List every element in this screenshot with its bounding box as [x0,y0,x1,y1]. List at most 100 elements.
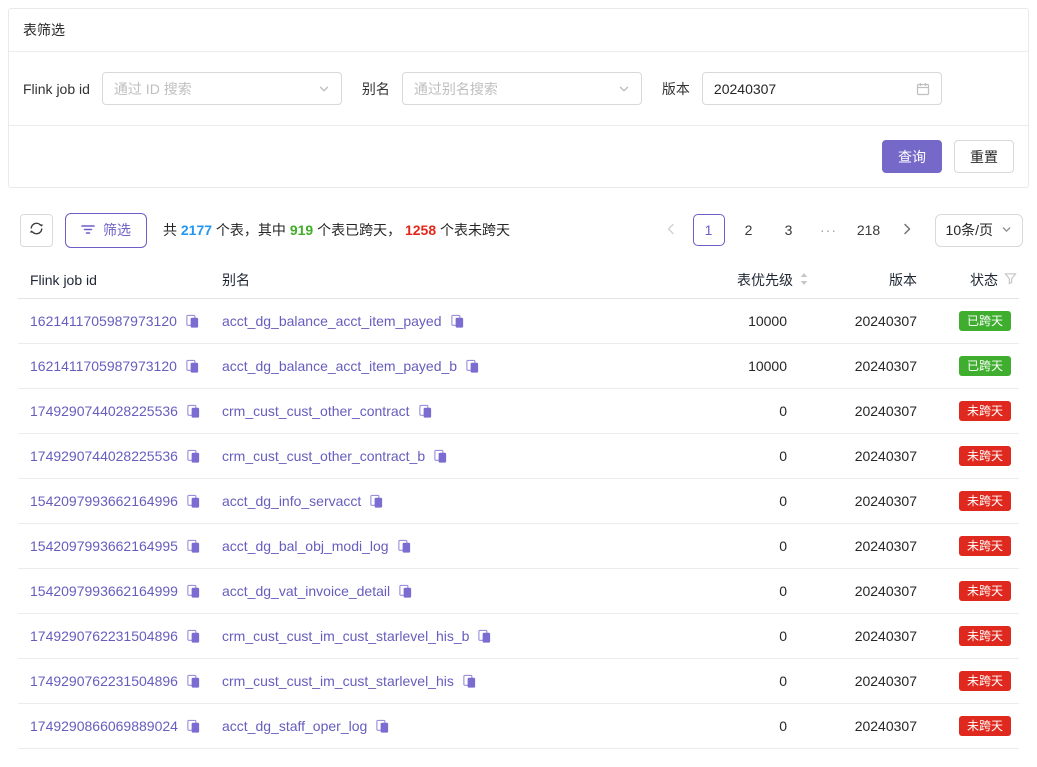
page-size-label: 10条/页 [946,220,993,240]
copy-icon[interactable] [433,449,448,464]
status-badge: 已跨天 [959,311,1011,331]
next-page-button[interactable] [893,214,921,246]
col-header-priority-label: 表优先级 [737,270,793,290]
status-badge: 未跨天 [959,401,1011,421]
version-cell: 20240307 [813,718,923,734]
copy-icon[interactable] [375,719,390,734]
summary-crossed-count: 919 [290,222,313,238]
sorter-icon[interactable] [799,271,809,290]
col-header-status-label: 状态 [970,270,998,290]
alias-link[interactable]: acct_dg_balance_acct_item_payed_b [222,358,457,374]
status-badge: 未跨天 [959,446,1011,466]
summary-text: 个表，其中 [212,222,290,238]
alias-link[interactable]: crm_cust_cust_im_cust_starlevel_his [222,673,454,689]
summary-text: 共 [163,222,181,238]
version-label: 版本 [662,79,690,99]
status-badge: 已跨天 [959,356,1011,376]
alias-placeholder: 通过别名搜索 [414,79,618,99]
table-row: 1542097993662164995 acct_dg_bal_obj_modi… [18,524,1019,569]
copy-icon[interactable] [418,404,433,419]
page-number-button[interactable]: 1 [693,214,725,246]
job-id-link[interactable]: 1621411705987973120 [30,358,177,374]
priority-cell: 0 [693,493,813,509]
col-header-alias: 别名 [218,270,693,290]
alias-link[interactable]: acct_dg_vat_invoice_detail [222,583,390,599]
col-header-version: 版本 [813,270,923,290]
reset-button[interactable]: 重置 [954,140,1014,173]
copy-icon[interactable] [398,584,413,599]
funnel-icon[interactable] [1004,272,1017,288]
calendar-icon [916,82,930,96]
copy-icon[interactable] [186,674,201,689]
job-id-link[interactable]: 1749290744028225536 [30,448,178,464]
page-number-button[interactable]: 3 [773,214,805,246]
job-id-filter-group: Flink job id 通过 ID 搜索 [23,72,342,105]
version-date-input[interactable]: 20240307 [702,72,942,105]
page-ellipsis[interactable]: ··· [813,214,845,246]
alias-link[interactable]: crm_cust_cust_im_cust_starlevel_his_b [222,628,469,644]
version-cell: 20240307 [813,538,923,554]
status-badge: 未跨天 [959,491,1011,511]
copy-icon[interactable] [186,404,201,419]
alias-link[interactable]: acct_dg_balance_acct_item_payed [222,313,442,329]
copy-icon[interactable] [186,539,201,554]
copy-icon[interactable] [462,674,477,689]
copy-icon[interactable] [369,494,384,509]
page-number-button[interactable]: 218 [853,214,885,246]
version-filter-group: 版本 20240307 [662,72,942,105]
alias-select[interactable]: 通过别名搜索 [402,72,642,105]
priority-cell: 10000 [693,313,813,329]
job-id-link[interactable]: 1749290744028225536 [30,403,178,419]
job-id-placeholder: 通过 ID 搜索 [114,79,318,99]
status-badge: 未跨天 [959,626,1011,646]
copy-icon[interactable] [185,359,200,374]
filter-card: 表筛选 Flink job id 通过 ID 搜索 别名 通过别名搜索 [8,8,1029,188]
page-list: 123···218 [693,214,885,246]
job-id-link[interactable]: 1542097993662164995 [30,538,178,554]
version-cell: 20240307 [813,313,923,329]
copy-icon[interactable] [477,629,492,644]
copy-icon[interactable] [186,449,201,464]
copy-icon[interactable] [465,359,480,374]
filter-button[interactable]: 筛选 [65,213,147,248]
copy-icon[interactable] [186,719,201,734]
table-row: 1749290762231504896 crm_cust_cust_im_cus… [18,614,1019,659]
job-id-link[interactable]: 1749290866069889024 [30,718,178,734]
refresh-button[interactable] [20,214,53,247]
chevron-down-icon [1001,222,1012,238]
copy-icon[interactable] [450,314,465,329]
page-number-button[interactable]: 2 [733,214,765,246]
summary-not-crossed-count: 1258 [405,222,436,238]
alias-link[interactable]: acct_dg_info_servacct [222,493,361,509]
prev-page-button[interactable] [657,214,685,246]
table-row: 1621411705987973120 acct_dg_balance_acct… [18,299,1019,344]
job-id-select[interactable]: 通过 ID 搜索 [102,72,342,105]
job-id-link[interactable]: 1542097993662164996 [30,493,178,509]
copy-icon[interactable] [186,584,201,599]
summary-text: 个表未跨天 [436,222,510,238]
table-row: 1621411705987973120 acct_dg_balance_acct… [18,344,1019,389]
alias-link[interactable]: crm_cust_cust_other_contract_b [222,448,425,464]
alias-link[interactable]: crm_cust_cust_other_contract [222,403,410,419]
query-button[interactable]: 查询 [882,140,942,173]
copy-icon[interactable] [186,629,201,644]
chevron-down-icon [618,83,630,95]
col-header-job-id: Flink job id [18,272,218,288]
table-row: 1749290866069889024 acct_dg_staff_oper_l… [18,704,1019,749]
table-header-row: Flink job id 别名 表优先级 版本 状态 [18,262,1019,299]
alias-link[interactable]: acct_dg_staff_oper_log [222,718,367,734]
page-size-select[interactable]: 10条/页 [935,214,1023,247]
job-id-link[interactable]: 1749290762231504896 [30,673,178,689]
job-id-link[interactable]: 1749290762231504896 [30,628,178,644]
alias-link[interactable]: acct_dg_bal_obj_modi_log [222,538,389,554]
filter-actions: 查询 重置 [9,125,1028,187]
copy-icon[interactable] [186,494,201,509]
job-id-link[interactable]: 1542097993662164999 [30,583,178,599]
filter-form: Flink job id 通过 ID 搜索 别名 通过别名搜索 [9,52,1028,125]
col-header-priority[interactable]: 表优先级 [693,270,813,290]
priority-cell: 0 [693,448,813,464]
table-row: 1749290762231504896 crm_cust_cust_im_cus… [18,659,1019,704]
copy-icon[interactable] [397,539,412,554]
copy-icon[interactable] [185,314,200,329]
job-id-link[interactable]: 1621411705987973120 [30,313,177,329]
